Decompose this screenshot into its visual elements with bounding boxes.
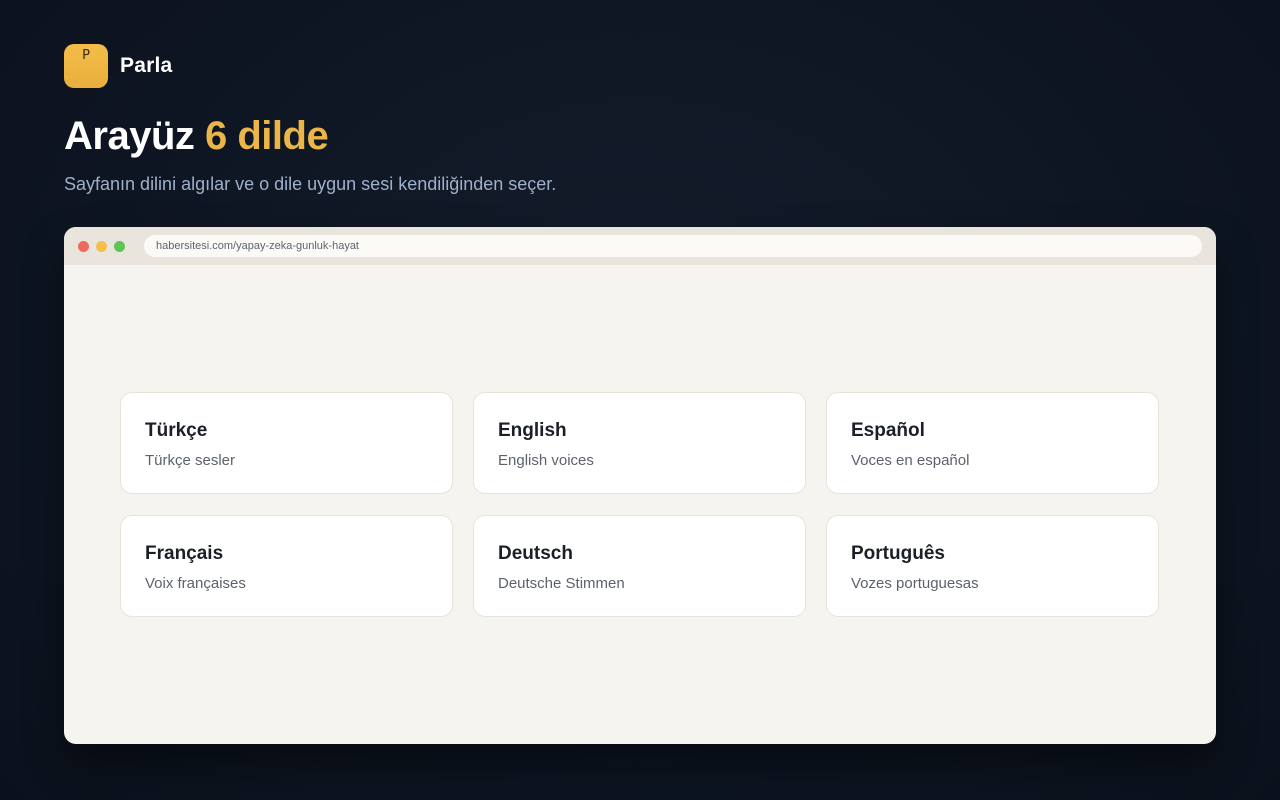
page-title-text: Arayüz — [64, 114, 205, 158]
page-title: Arayüz 6 dilde — [64, 110, 329, 162]
language-card-subtitle: Vozes portuguesas — [851, 575, 979, 592]
language-card-german[interactable]: Deutsch Deutsche Stimmen — [473, 515, 806, 617]
language-card-turkish[interactable]: Türkçe Türkçe sesler — [120, 392, 453, 494]
page-title-accent: 6 dilde — [205, 114, 329, 158]
browser-toolbar: habersitesi.com/yapay-zeka-gunluk-hayat — [64, 227, 1216, 265]
language-card-subtitle: Türkçe sesler — [145, 452, 236, 469]
language-card-title: Português — [851, 543, 945, 564]
language-card-title: Français — [145, 543, 224, 564]
language-card-french[interactable]: Français Voix françaises — [120, 515, 453, 617]
language-card-english[interactable]: English English voices — [473, 392, 806, 494]
logo-letter: P — [82, 48, 90, 63]
browser-window: habersitesi.com/yapay-zeka-gunluk-hayat … — [64, 227, 1216, 744]
language-card-title: Español — [851, 420, 925, 441]
window-maximize-dot-icon — [114, 241, 125, 252]
language-card-title: Türkçe — [145, 420, 208, 441]
brand-name: Parla — [120, 54, 173, 77]
language-card-subtitle: Voces en español — [851, 452, 970, 469]
language-card-title: Deutsch — [498, 543, 573, 564]
brand: P Parla — [64, 44, 172, 88]
language-card-subtitle: Deutsche Stimmen — [498, 575, 625, 592]
page-subtitle: Sayfanın dilini algılar ve o dile uygun … — [64, 174, 557, 194]
parla-logo-icon: P — [64, 44, 108, 88]
window-minimize-dot-icon — [96, 241, 107, 252]
address-bar[interactable]: habersitesi.com/yapay-zeka-gunluk-hayat — [144, 235, 1202, 257]
window-close-dot-icon — [78, 241, 89, 252]
language-grid: Türkçe Türkçe sesler English English voi… — [120, 392, 1159, 617]
language-card-subtitle: English voices — [498, 452, 594, 469]
language-card-title: English — [498, 420, 567, 441]
language-card-spanish[interactable]: Español Voces en español — [826, 392, 1159, 494]
language-card-subtitle: Voix françaises — [145, 575, 246, 592]
language-card-portuguese[interactable]: Português Vozes portuguesas — [826, 515, 1159, 617]
